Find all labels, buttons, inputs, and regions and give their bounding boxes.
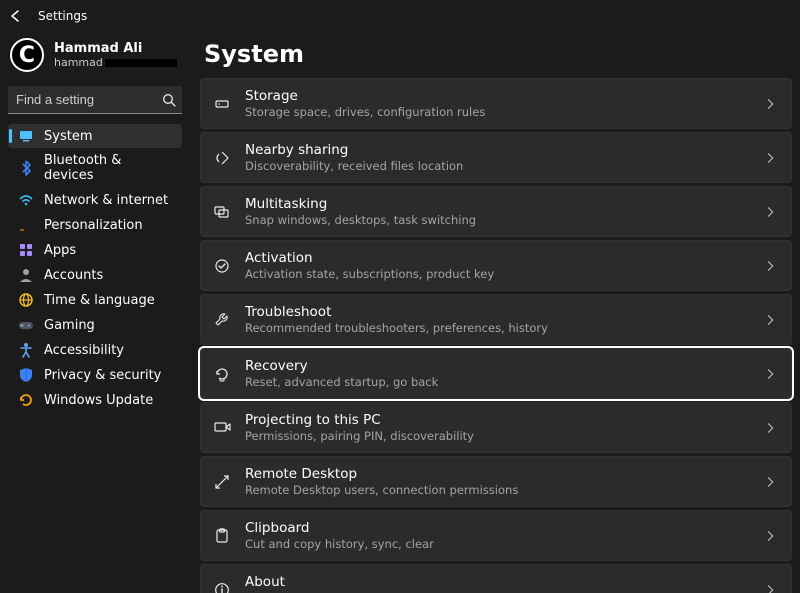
option-nearby-sharing[interactable]: Nearby sharingDiscoverability, received … xyxy=(200,132,792,183)
option-storage[interactable]: StorageStorage space, drives, configurat… xyxy=(200,78,792,129)
sidebar-item-label: Gaming xyxy=(44,318,95,333)
option-title: Clipboard xyxy=(245,519,434,537)
option-subtitle: Remote Desktop users, connection permiss… xyxy=(245,483,518,498)
project-icon xyxy=(213,419,231,437)
multitask-icon xyxy=(213,203,231,221)
chevron-right-icon xyxy=(765,530,777,542)
chevron-right-icon xyxy=(765,152,777,164)
sidebar-item-accounts[interactable]: Accounts xyxy=(8,263,182,287)
person-icon xyxy=(18,267,34,283)
chevron-right-icon xyxy=(765,368,777,380)
chevron-right-icon xyxy=(765,260,777,272)
option-projecting-to-this-pc[interactable]: Projecting to this PCPermissions, pairin… xyxy=(200,402,792,453)
sidebar-item-gaming[interactable]: Gaming xyxy=(8,313,182,337)
sidebar-item-bluetooth-devices[interactable]: Bluetooth & devices xyxy=(8,149,182,187)
sidebar-item-apps[interactable]: Apps xyxy=(8,238,182,262)
wrench-icon xyxy=(213,311,231,329)
accessibility-icon xyxy=(18,342,34,358)
sidebar-item-label: Accounts xyxy=(44,268,103,283)
sidebar-item-label: Privacy & security xyxy=(44,368,161,383)
page-title: System xyxy=(204,40,792,68)
option-subtitle: Snap windows, desktops, task switching xyxy=(245,213,476,228)
brush-icon xyxy=(18,217,34,233)
option-subtitle: Cut and copy history, sync, clear xyxy=(245,537,434,552)
chevron-right-icon xyxy=(765,206,777,218)
back-button[interactable] xyxy=(10,9,24,23)
option-subtitle: Activation state, subscriptions, product… xyxy=(245,267,494,282)
option-activation[interactable]: ActivationActivation state, subscription… xyxy=(200,240,792,291)
option-subtitle: Storage space, drives, configuration rul… xyxy=(245,105,485,120)
option-title: Remote Desktop xyxy=(245,465,518,483)
sidebar-item-time-language[interactable]: Time & language xyxy=(8,288,182,312)
option-subtitle: Permissions, pairing PIN, discoverabilit… xyxy=(245,429,474,444)
sidebar-item-label: Personalization xyxy=(44,218,143,233)
option-title: Troubleshoot xyxy=(245,303,548,321)
search-wrap xyxy=(8,86,182,114)
option-title: Projecting to this PC xyxy=(245,411,474,429)
option-title: Activation xyxy=(245,249,494,267)
sidebar-item-accessibility[interactable]: Accessibility xyxy=(8,338,182,362)
titlebar: Settings xyxy=(0,0,800,32)
profile-name: Hammad Ali xyxy=(54,41,177,56)
sidebar-item-label: Windows Update xyxy=(44,393,153,408)
chevron-right-icon xyxy=(765,422,777,434)
option-title: Recovery xyxy=(245,357,438,375)
sidebar-item-label: Network & internet xyxy=(44,193,168,208)
search-input[interactable] xyxy=(8,86,182,114)
system-icon xyxy=(18,128,34,144)
options-list: StorageStorage space, drives, configurat… xyxy=(200,78,792,593)
profile-block[interactable]: C Hammad Ali hammad xyxy=(8,36,182,82)
main: System StorageStorage space, drives, con… xyxy=(188,32,800,593)
sidebar-item-windows-update[interactable]: Windows Update xyxy=(8,388,182,412)
update-icon xyxy=(18,392,34,408)
sidebar-item-label: Bluetooth & devices xyxy=(44,153,174,183)
chevron-right-icon xyxy=(765,476,777,488)
sidebar-item-system[interactable]: System xyxy=(8,124,182,148)
option-troubleshoot[interactable]: TroubleshootRecommended troubleshooters,… xyxy=(200,294,792,345)
nearby-icon xyxy=(213,149,231,167)
sidebar-item-label: Accessibility xyxy=(44,343,124,358)
option-title: About xyxy=(245,573,577,591)
option-clipboard[interactable]: ClipboardCut and copy history, sync, cle… xyxy=(200,510,792,561)
avatar: C xyxy=(10,38,44,72)
clipboard-icon xyxy=(213,527,231,545)
option-subtitle: Recommended troubleshooters, preferences… xyxy=(245,321,548,336)
remote-icon xyxy=(213,473,231,491)
wifi-icon xyxy=(18,192,34,208)
game-icon xyxy=(18,317,34,333)
shield-icon xyxy=(18,367,34,383)
option-title: Multitasking xyxy=(245,195,476,213)
sidebar-item-privacy-security[interactable]: Privacy & security xyxy=(8,363,182,387)
sidebar-item-label: System xyxy=(44,129,92,144)
option-multitasking[interactable]: MultitaskingSnap windows, desktops, task… xyxy=(200,186,792,237)
activation-icon xyxy=(213,257,231,275)
chevron-right-icon xyxy=(765,314,777,326)
option-remote-desktop[interactable]: Remote DesktopRemote Desktop users, conn… xyxy=(200,456,792,507)
sidebar-item-network-internet[interactable]: Network & internet xyxy=(8,188,182,212)
sidebar-item-label: Apps xyxy=(44,243,76,258)
sidebar-item-label: Time & language xyxy=(44,293,155,308)
globe-icon xyxy=(18,292,34,308)
apps-icon xyxy=(18,242,34,258)
chevron-right-icon xyxy=(765,98,777,110)
chevron-right-icon xyxy=(765,584,777,593)
option-title: Nearby sharing xyxy=(245,141,463,159)
profile-email: hammad xyxy=(54,56,177,69)
recovery-icon xyxy=(213,365,231,383)
sidebar-nav: System Bluetooth & devices Network & inter… xyxy=(8,124,182,412)
about-icon xyxy=(213,581,231,593)
option-subtitle: Discoverability, received files location xyxy=(245,159,463,174)
bluetooth-icon xyxy=(18,160,34,176)
sidebar: C Hammad Ali hammad System Bluetooth & de… xyxy=(0,32,188,593)
option-about[interactable]: AboutDevice specifications, rename PC, W… xyxy=(200,564,792,593)
sidebar-item-personalization[interactable]: Personalization xyxy=(8,213,182,237)
app-title: Settings xyxy=(38,9,87,23)
option-subtitle: Reset, advanced startup, go back xyxy=(245,375,438,390)
option-recovery[interactable]: RecoveryReset, advanced startup, go back xyxy=(200,348,792,399)
option-title: Storage xyxy=(245,87,485,105)
storage-icon xyxy=(213,95,231,113)
search-icon xyxy=(162,93,176,107)
